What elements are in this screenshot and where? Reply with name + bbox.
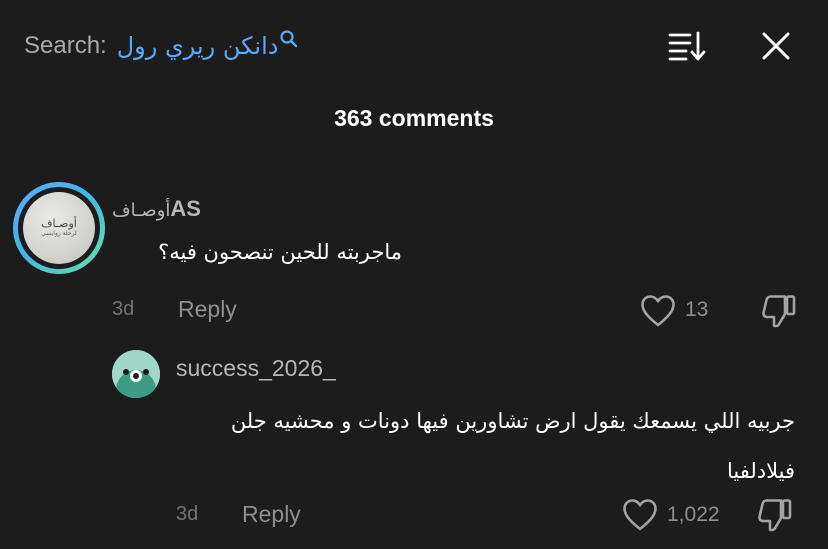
- like-button[interactable]: [622, 498, 658, 532]
- sort-button[interactable]: [668, 30, 708, 62]
- comment-time: 3d: [112, 298, 135, 320]
- comment-username[interactable]: أوصـافAS: [112, 196, 201, 222]
- username-arabic: أوصـاف: [112, 200, 171, 221]
- like-count: 1,022: [667, 503, 720, 526]
- comment-count: 363 comments: [334, 105, 494, 131]
- comment-text: ماجربته للحين تنصحون فيه؟: [158, 240, 402, 264]
- comment-text: جربيه اللي يسمعك يقول ارض تشاورين فيها د…: [230, 409, 795, 483]
- dislike-button[interactable]: [756, 496, 794, 534]
- search-icon[interactable]: [280, 30, 298, 52]
- reply-button[interactable]: Reply: [178, 296, 237, 323]
- avatar[interactable]: [112, 350, 160, 398]
- like-count: 13: [685, 298, 709, 321]
- username-latin: AS: [170, 196, 201, 221]
- reply-button[interactable]: Reply: [242, 501, 301, 528]
- avatar-logo-text: أوصـاف: [41, 217, 77, 230]
- avatar-logo: أوصـاف لرحلة زوايسي: [23, 192, 95, 264]
- search-bar[interactable]: Search: دانكن ريري رول: [24, 24, 298, 68]
- close-button[interactable]: [760, 30, 792, 62]
- search-query[interactable]: دانكن ريري رول: [117, 32, 279, 60]
- avatar-logo-subtext: لرحلة زوايسي: [41, 230, 77, 237]
- avatar-ring-gap: أوصـاف لرحلة زوايسي: [18, 187, 100, 269]
- comment-time: 3d: [176, 503, 199, 525]
- sort-icon: [668, 31, 708, 66]
- like-button[interactable]: [640, 294, 676, 328]
- close-icon: [760, 32, 792, 66]
- dislike-button[interactable]: [760, 292, 798, 330]
- thumbs-down-icon: [760, 295, 798, 334]
- search-label: Search:: [24, 32, 107, 59]
- thumbs-down-icon: [756, 499, 794, 538]
- comment-username[interactable]: success_2026_: [176, 355, 336, 382]
- heart-icon: [640, 295, 676, 332]
- avatar[interactable]: أوصـاف لرحلة زوايسي: [13, 182, 105, 274]
- heart-icon: [622, 499, 658, 536]
